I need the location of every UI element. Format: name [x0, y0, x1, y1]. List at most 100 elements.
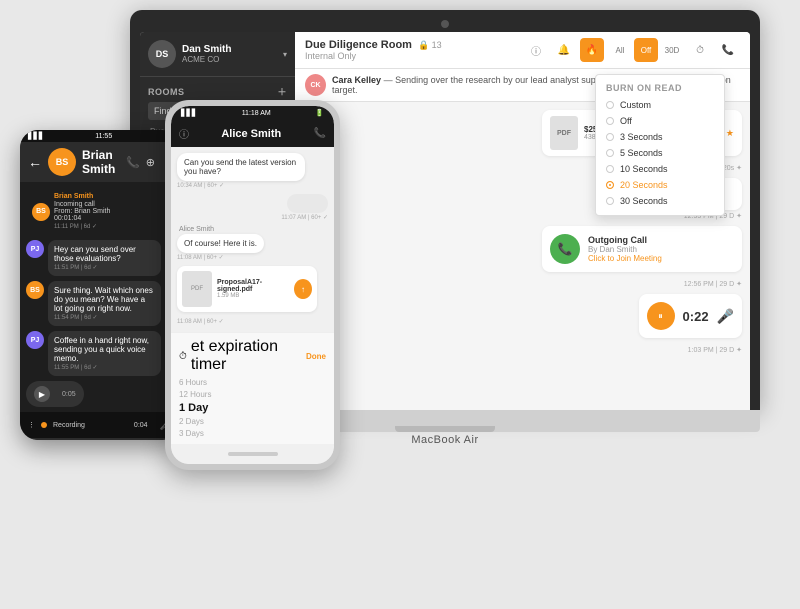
android-pj-text: Hey can you send over those evaluations?…: [48, 240, 161, 276]
iphone-pdf-time: 11:08 AM | 60+ ✓: [177, 318, 328, 325]
expiry-done-button[interactable]: Done: [306, 352, 326, 361]
burn-option-20s[interactable]: 20 Seconds: [596, 177, 724, 193]
recording-bar: ⋮ Recording 0:04 🎤: [20, 412, 180, 438]
iphone-msg-1-time: 10:34 AM | 60+ ✓: [177, 182, 224, 189]
android-signal: ▋▋▋: [28, 132, 44, 140]
expiry-label-group: ⏱ et expiration timer: [179, 338, 306, 374]
android-phone: ▋▋▋ 11:55 🔋 ← BS Brian Smith 📞 ⊕ ⋮ BS Br…: [20, 130, 180, 440]
expiry-1d[interactable]: 1 Day: [179, 401, 326, 415]
android-back-icon[interactable]: ←: [28, 154, 42, 170]
timer-time: 1:03 PM | 29 D ✦: [688, 346, 742, 354]
iphone-signal: ▋▋▋: [181, 109, 197, 117]
android-bs-msg-group: BS Sure thing. Wait which ones do you me…: [26, 281, 174, 326]
iphone-msg-1-group: Can you send the latest version you have…: [177, 153, 328, 189]
android-call-time: 11:11 PM | 6d ✓: [54, 223, 110, 230]
android-bs-avatar-small: BS: [32, 203, 50, 221]
burn-button[interactable]: 🔥: [580, 38, 604, 62]
burn-option-off[interactable]: Off: [596, 113, 724, 129]
sender-avatar: CK: [305, 74, 326, 96]
expiry-6h[interactable]: 6 Hours: [179, 377, 326, 388]
recording-dot: [41, 422, 47, 428]
info-button[interactable]: ⓘ: [524, 38, 548, 62]
radio-20s: [606, 181, 614, 189]
pdf-icon: PDF: [550, 116, 578, 150]
phone-button[interactable]: 📞: [716, 38, 740, 62]
radio-off: [606, 117, 614, 125]
android-pj-msg: Hey can you send over those evaluations?…: [48, 240, 174, 276]
tab-all[interactable]: All: [608, 38, 632, 62]
burn-option-3s[interactable]: 3 Seconds: [596, 129, 724, 145]
iphone-info-icon[interactable]: ⓘ: [179, 126, 189, 141]
android-video-icon[interactable]: ⊕: [146, 156, 155, 169]
expiry-12h[interactable]: 12 Hours: [179, 389, 326, 400]
alice-label: Alice Smith: [177, 226, 328, 233]
iphone-msg-2-time: 11:07 AM | 60+ ✓: [281, 214, 328, 221]
chat-subtitle: Internal Only: [305, 51, 516, 61]
menu-icon[interactable]: ⋮: [28, 421, 35, 429]
chat-header: Due Diligence Room 🔒 13 Internal Only ⓘ …: [295, 32, 750, 69]
main-chat-panel: Due Diligence Room 🔒 13 Internal Only ⓘ …: [295, 32, 750, 410]
android-time: 11:55: [95, 133, 112, 140]
tab-30d[interactable]: 30D: [660, 38, 684, 62]
user-text: Dan Smith ACME CO: [182, 44, 277, 64]
burn-option-5s[interactable]: 5 Seconds: [596, 145, 724, 161]
iphone-home-indicator: [171, 444, 334, 464]
radio-custom: [606, 101, 614, 109]
outgoing-call-box[interactable]: 📞 Outgoing Call By Dan Smith Click to Jo…: [542, 226, 742, 272]
iphone-pdf-row[interactable]: PDF ProposalA17-signed.pdf 1.59 MB ↑: [177, 266, 317, 312]
android-call-msg: BS Brian Smith Incoming callFrom: Brian …: [26, 188, 116, 235]
iphone-contact-name: Alice Smith: [195, 128, 308, 140]
android-msg-content: Brian Smith Incoming callFrom: Brian Smi…: [54, 193, 110, 230]
android-msg-sender: Brian Smith: [54, 193, 110, 200]
laptop-camera: [441, 20, 449, 28]
pause-icon[interactable]: ⏸: [647, 302, 675, 330]
burn-option-custom[interactable]: Custom: [596, 97, 724, 113]
clock-button[interactable]: ⏱: [688, 38, 712, 62]
android-pj2-avatar: PJ: [26, 331, 44, 349]
iphone-upload-icon[interactable]: ↑: [294, 279, 312, 299]
android-contact-avatar: BS: [48, 148, 76, 176]
android-pj-msg-group: PJ Hey can you send over those evaluatio…: [26, 240, 174, 276]
radio-3s: [606, 133, 614, 141]
call-join-link[interactable]: Click to Join Meeting: [588, 254, 734, 263]
android-pj2-time: 11:55 PM | 6d ✓: [54, 364, 155, 371]
iphone-time: 11:18 AM: [242, 110, 271, 117]
expiry-row: ⏱ et expiration timer Done: [179, 338, 326, 374]
chat-title: Due Diligence Room: [305, 39, 412, 51]
radio-30s: [606, 197, 614, 205]
sidebar-header: DS Dan Smith ACME CO ▾: [140, 32, 295, 77]
timer-text: 0:22: [683, 309, 709, 324]
iphone-pdf-info: ProposalA17-signed.pdf 1.59 MB: [217, 279, 289, 299]
burn-option-10s[interactable]: 10 Seconds: [596, 161, 724, 177]
iphone-pdf-thumb: PDF: [182, 271, 212, 307]
user-info[interactable]: DS Dan Smith ACME CO ▾: [148, 40, 287, 68]
iphone-msg-2-group: 11:07 AM | 60+ ✓: [177, 194, 328, 221]
play-button[interactable]: ▶: [34, 386, 50, 402]
android-bs-msg: Sure thing. Wait which ones do you mean?…: [48, 281, 174, 326]
user-avatar: DS: [148, 40, 176, 68]
sender-name: Cara Kelley: [332, 75, 381, 85]
iphone-msg-3: Of course! Here it is.: [177, 234, 264, 253]
android-pj2-text: Coffee in a hand right now, sending you …: [48, 331, 161, 376]
expiry-3d[interactable]: 3 Days: [179, 428, 326, 439]
tab-off[interactable]: Off: [634, 38, 658, 62]
burn-option-30s[interactable]: 30 Seconds: [596, 193, 724, 209]
android-pj2-msg-group: PJ Coffee in a hand right now, sending y…: [26, 331, 174, 376]
rooms-label: ROOMS: [148, 87, 185, 97]
call-info: Outgoing Call By Dan Smith Click to Join…: [588, 235, 734, 263]
notifications-button[interactable]: 🔔: [552, 38, 576, 62]
star-icon: ★: [726, 128, 734, 139]
radio-5s: [606, 149, 614, 157]
call-by: By Dan Smith: [588, 245, 734, 254]
add-room-icon[interactable]: ＋: [277, 85, 287, 98]
android-call-icon[interactable]: 📞: [126, 156, 140, 169]
android-bs-time: 11:54 PM | 6d ✓: [54, 314, 155, 321]
iphone-msg-3-time: 11:08 AM | 60+ ✓: [177, 254, 224, 261]
recording-label: Recording: [53, 422, 85, 429]
android-voice-note[interactable]: ▶ 0:05: [26, 381, 84, 407]
expiry-2d[interactable]: 2 Days: [179, 416, 326, 427]
iphone-header: ⓘ Alice Smith 📞: [171, 120, 334, 147]
expiry-label: et expiration timer: [191, 338, 306, 374]
iphone-phone-icon[interactable]: 📞: [314, 128, 326, 139]
user-name: Dan Smith: [182, 44, 277, 55]
